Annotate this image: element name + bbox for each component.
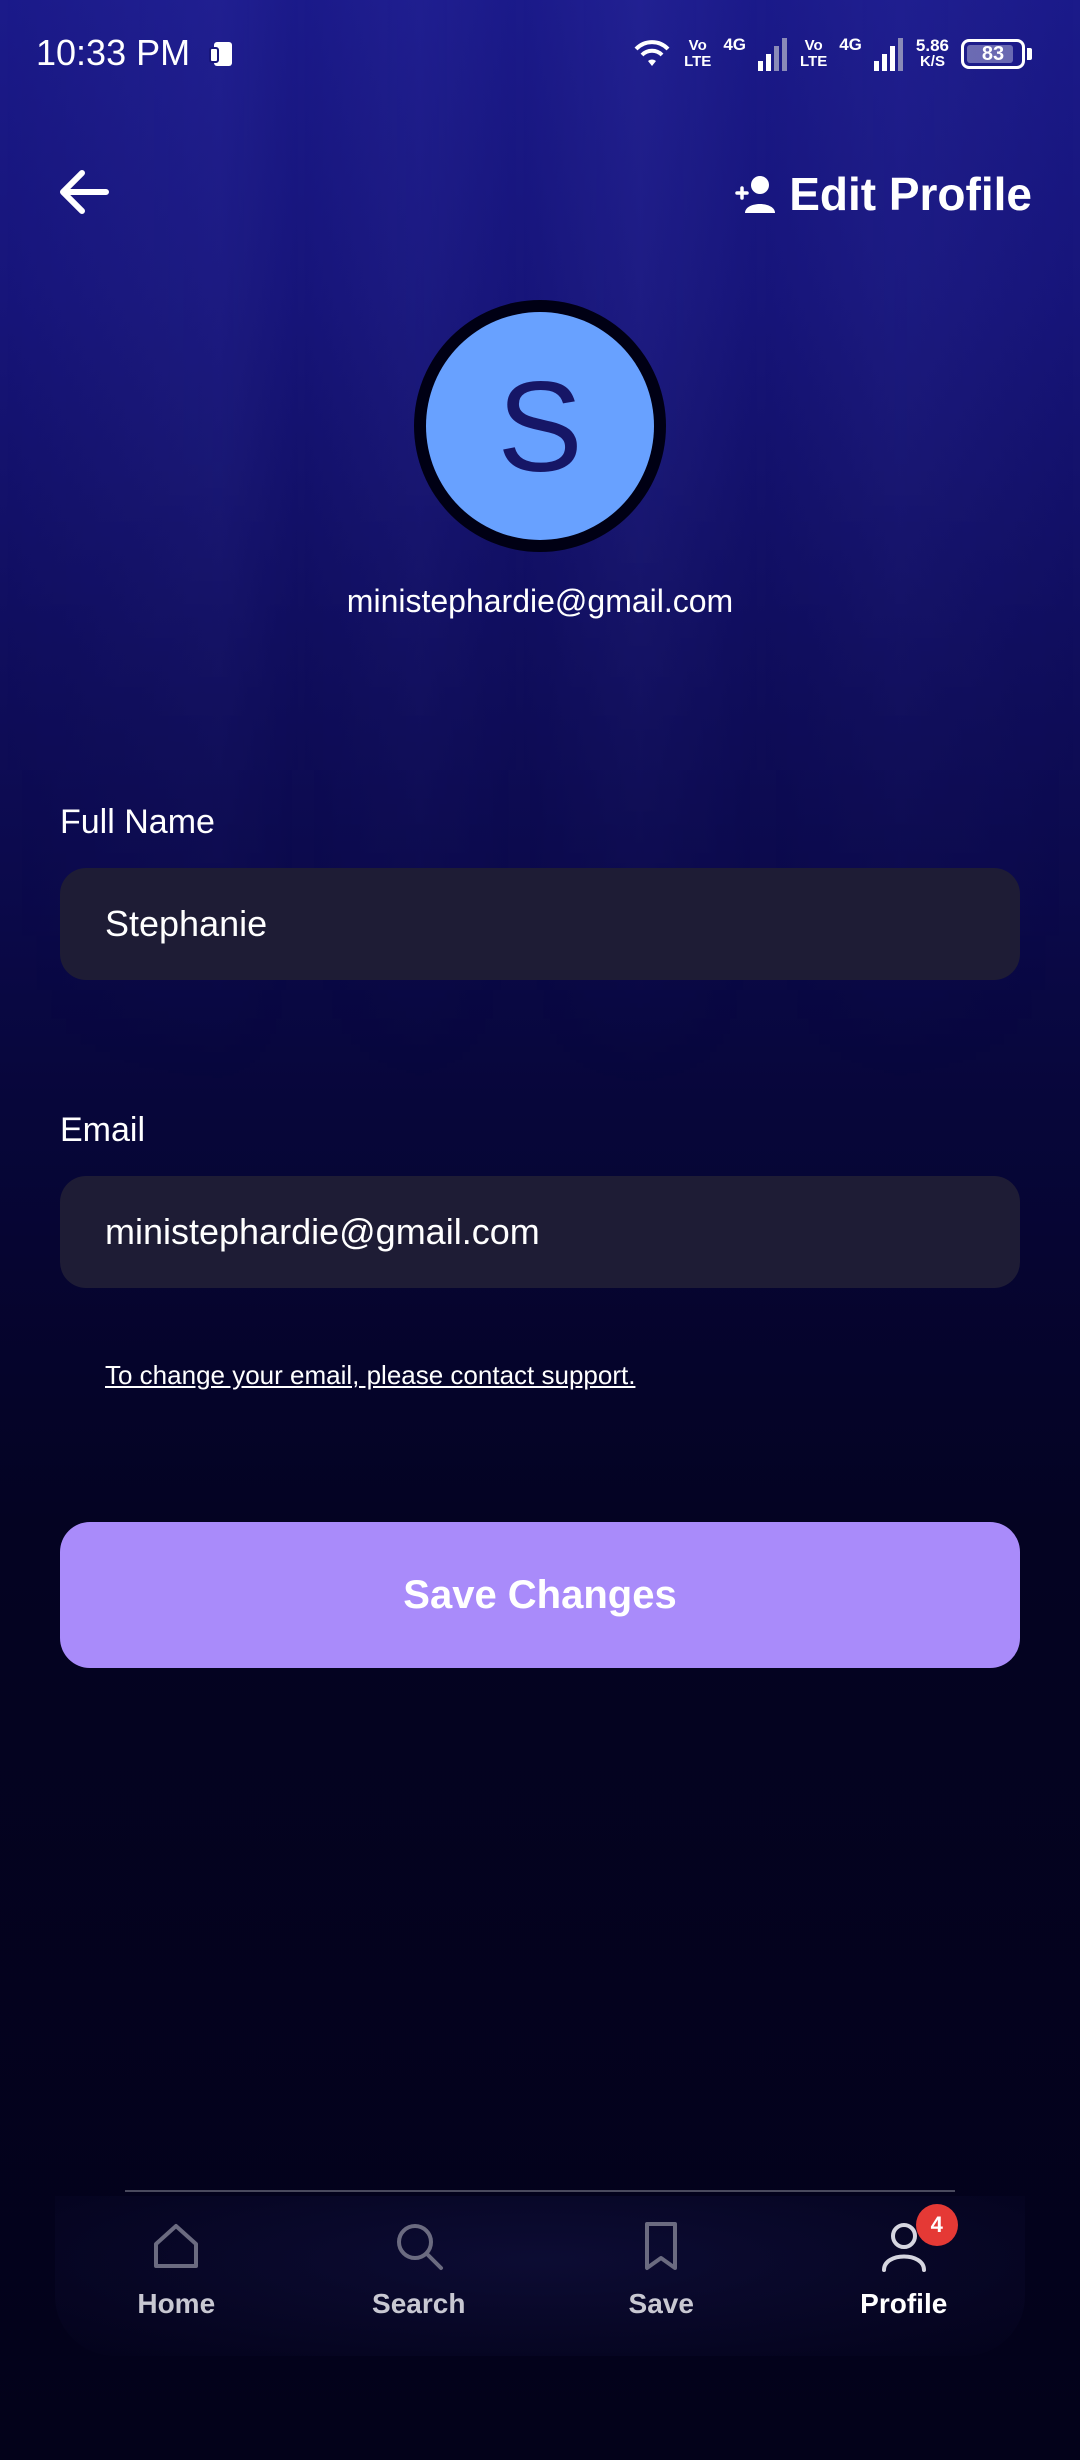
add-person-icon [735,176,776,213]
page-title: Edit Profile [789,168,1032,220]
volte-indicator-2: Vo LTE [800,37,828,70]
signal-icon-2 [873,38,903,71]
status-indicators: Vo LTE 4G Vo LTE 4G 5.86 K/S 83 [632,28,1032,80]
contact-support-link[interactable]: To change your email, please contact sup… [105,1360,635,1391]
nav-item-save[interactable]: Save [561,2196,761,2346]
full-name-label: Full Name [60,803,215,841]
nav-item-profile[interactable]: 4 Profile [804,2196,1004,2346]
status-time: 10:33 PM [36,32,191,73]
page-header: Edit Profile [735,162,1032,226]
nav-label-search: Search [372,2288,466,2319]
battery-tip [1027,48,1032,60]
volte-indicator-1: Vo LTE [684,37,712,70]
battery-level: 83 [981,42,1005,65]
notification-app-icon [209,42,232,66]
email-label: Email [60,1111,146,1149]
wifi-icon [634,40,670,66]
nav-label-home: Home [137,2288,216,2319]
battery-icon: 83 [961,39,1025,69]
avatar-circle: S [426,312,654,540]
bookmark-icon [645,2222,678,2270]
email-field [60,1176,1020,1288]
network-type-2: 4G [839,35,862,54]
save-changes-button[interactable]: Save Changes [60,1522,1020,1668]
signal-icon-1 [758,38,787,71]
nav-item-search[interactable]: Search [319,2196,519,2346]
nav-item-home[interactable]: Home [76,2196,276,2346]
full-name-input[interactable] [105,903,1020,945]
arrow-left-icon [60,170,109,214]
avatar-initial: S [497,356,583,499]
notification-badge: 4 [915,2204,958,2246]
network-speed: 5.86 K/S [915,36,949,70]
network-type-1: 4G [723,35,746,54]
status-bar: 10:33 PM Vo LTE 4G Vo LTE 4G 5.86 K/S 83 [0,0,1080,110]
back-button[interactable] [52,160,116,224]
nav-divider [125,2190,955,2192]
nav-label-save: Save [628,2288,694,2319]
avatar[interactable]: S [414,300,666,552]
email-input [105,1211,1020,1253]
nav-label-profile: Profile [860,2288,948,2319]
home-icon [154,2224,199,2268]
search-icon [396,2224,443,2270]
full-name-field[interactable] [60,868,1020,980]
profile-email: ministephardie@gmail.com [346,583,734,619]
bottom-nav: Home Search Save 4 Profile [55,2196,1025,2356]
